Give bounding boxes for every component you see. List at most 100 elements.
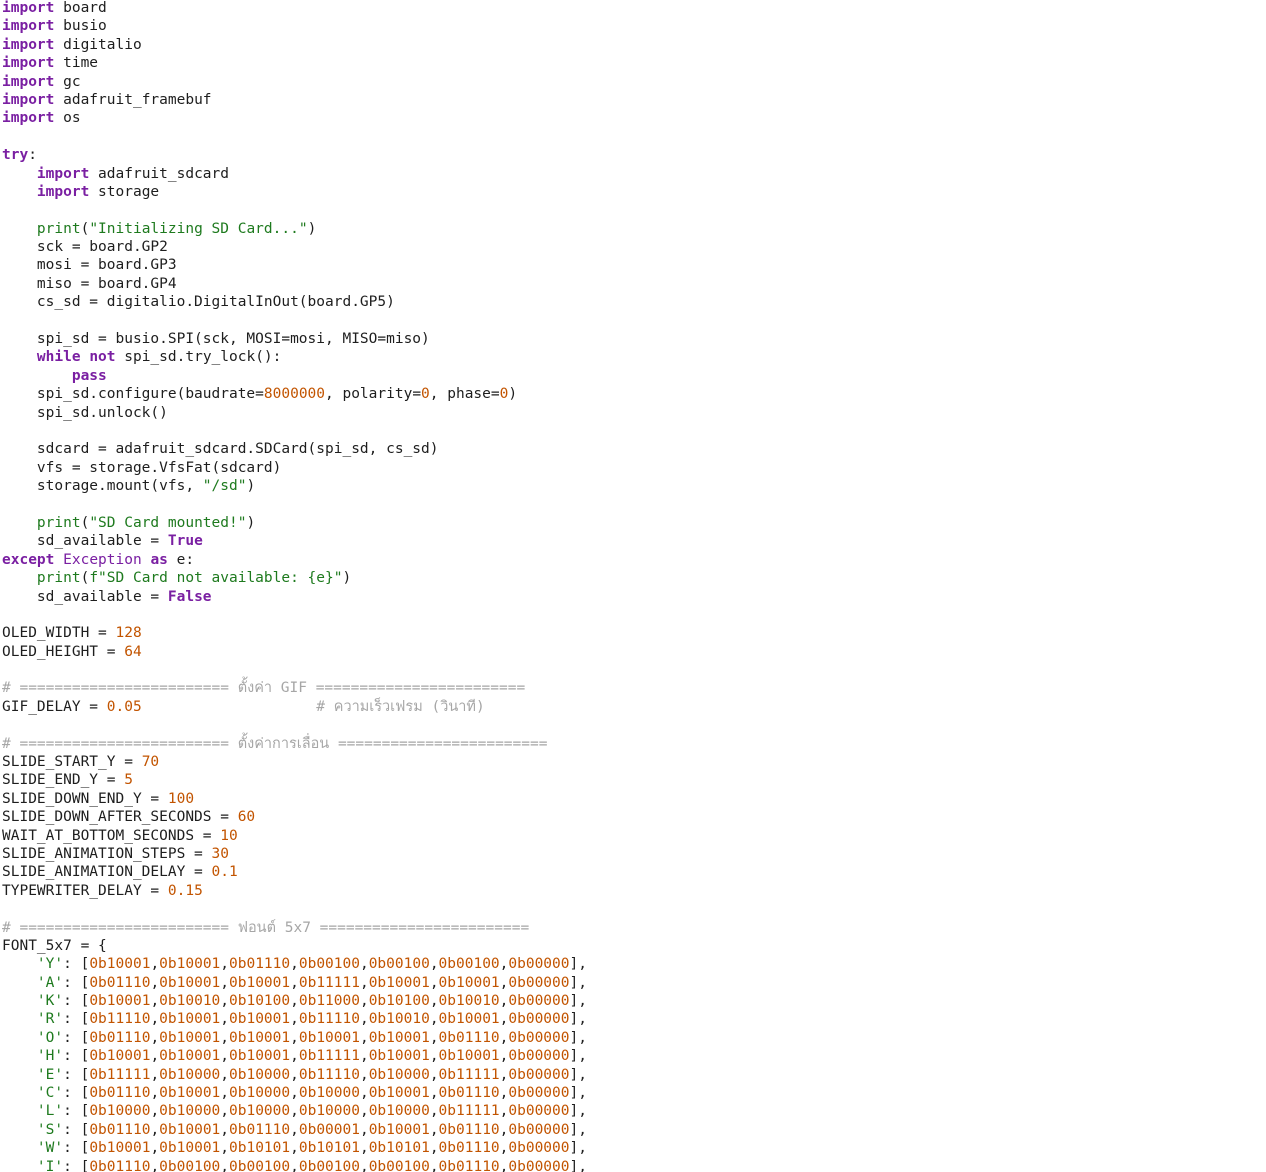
- code-token: spi_sd.try_lock():: [115, 349, 282, 366]
- code-line[interactable]: WAIT_AT_BOTTOM_SECONDS = 10: [2, 827, 1264, 845]
- number-token: 0b00000: [508, 974, 570, 991]
- code-token: ): [246, 514, 256, 531]
- code-token: :: [28, 147, 37, 164]
- code-token: WAIT_AT_BOTTOM_SECONDS =: [2, 827, 221, 844]
- code-token: spi_sd.configure(baudrate=: [2, 386, 264, 403]
- code-line[interactable]: 'Y': [0b10001,0b10001,0b01110,0b00100,0b…: [2, 955, 1264, 973]
- code-line[interactable]: except Exception as e:: [2, 551, 1264, 569]
- code-line[interactable]: 'O': [0b01110,0b10001,0b10001,0b10001,0b…: [2, 1029, 1264, 1047]
- code-line[interactable]: sdcard = adafruit_sdcard.SDCard(spi_sd, …: [2, 440, 1264, 458]
- code-token: spi_sd.unlock(): [2, 404, 168, 421]
- code-line[interactable]: while not spi_sd.try_lock():: [2, 348, 1264, 366]
- code-line[interactable]: sd_available = False: [2, 588, 1264, 606]
- code-token: storage.mount(vfs,: [2, 478, 203, 495]
- code-line[interactable]: import os: [2, 109, 1264, 127]
- code-line[interactable]: [2, 201, 1264, 219]
- code-line[interactable]: [2, 900, 1264, 918]
- number-token: 0b11110: [89, 1011, 151, 1028]
- code-line[interactable]: # ======================== ฟอนต์ 5x7 ===…: [2, 919, 1264, 937]
- code-line[interactable]: [2, 496, 1264, 514]
- code-line[interactable]: import time: [2, 54, 1264, 72]
- code-line[interactable]: pass: [2, 367, 1264, 385]
- code-line[interactable]: spi_sd = busio.SPI(sck, MOSI=mosi, MISO=…: [2, 330, 1264, 348]
- code-line[interactable]: import adafruit_sdcard: [2, 165, 1264, 183]
- code-editor[interactable]: import board import busio import digitalio…: [2, 0, 1264, 1172]
- code-line[interactable]: cs_sd = digitalio.DigitalInOut(board.GP5…: [2, 293, 1264, 311]
- code-line[interactable]: print("Initializing SD Card..."): [2, 220, 1264, 238]
- code-line[interactable]: import adafruit_framebuf: [2, 91, 1264, 109]
- code-token: ,: [220, 956, 230, 973]
- keyword-token: as: [150, 551, 168, 568]
- code-line[interactable]: SLIDE_END_Y = 5: [2, 771, 1264, 789]
- code-line[interactable]: storage.mount(vfs, "/sd"): [2, 477, 1264, 495]
- code-line[interactable]: 'I': [0b01110,0b00100,0b00100,0b00100,0b…: [2, 1158, 1264, 1172]
- code-token: TYPEWRITER_DELAY =: [2, 882, 168, 899]
- number-token: 0b10001: [89, 993, 151, 1010]
- code-line[interactable]: print("SD Card mounted!"): [2, 514, 1264, 532]
- code-line[interactable]: FONT_5x7 = {: [2, 937, 1264, 955]
- code-line[interactable]: # ======================== ตั้งค่าการเลื…: [2, 735, 1264, 753]
- code-line[interactable]: 'C': [0b01110,0b10001,0b10000,0b10000,0b…: [2, 1084, 1264, 1102]
- code-line[interactable]: SLIDE_START_Y = 70: [2, 753, 1264, 771]
- code-line[interactable]: spi_sd.configure(baudrate=8000000, polar…: [2, 385, 1264, 403]
- code-line[interactable]: print(f"SD Card not available: {e}"): [2, 569, 1264, 587]
- code-line[interactable]: vfs = storage.VfsFat(sdcard): [2, 459, 1264, 477]
- code-line[interactable]: [2, 606, 1264, 624]
- code-token: ,: [290, 1011, 299, 1028]
- code-line[interactable]: 'S': [0b01110,0b10001,0b01110,0b00001,0b…: [2, 1121, 1264, 1139]
- string-token: 'L': [36, 1103, 64, 1120]
- code-line[interactable]: 'H': [0b10001,0b10001,0b10001,0b11111,0b…: [2, 1047, 1264, 1065]
- code-line[interactable]: 'R': [0b11110,0b10001,0b10001,0b11110,0b…: [2, 1010, 1264, 1028]
- code-line[interactable]: import storage: [2, 183, 1264, 201]
- code-line[interactable]: try:: [2, 146, 1264, 164]
- code-line[interactable]: SLIDE_DOWN_AFTER_SECONDS = 60: [2, 808, 1264, 826]
- code-line[interactable]: [2, 716, 1264, 734]
- code-line[interactable]: SLIDE_ANIMATION_STEPS = 30: [2, 845, 1264, 863]
- code-line[interactable]: OLED_HEIGHT = 64: [2, 643, 1264, 661]
- number-token: 0b10001: [438, 1011, 500, 1028]
- code-line[interactable]: SLIDE_DOWN_END_Y = 100: [2, 790, 1264, 808]
- code-line[interactable]: 'E': [0b11111,0b10000,0b10000,0b11110,0b…: [2, 1066, 1264, 1084]
- code-line[interactable]: import board: [2, 0, 1264, 17]
- code-line[interactable]: import busio: [2, 17, 1264, 35]
- code-line[interactable]: 'A': [0b01110,0b10001,0b10001,0b11111,0b…: [2, 974, 1264, 992]
- number-token: 0: [421, 386, 430, 403]
- code-line[interactable]: TYPEWRITER_DELAY = 0.15: [2, 882, 1264, 900]
- code-line[interactable]: # ======================== ตั้งค่า GIF =…: [2, 679, 1264, 697]
- code-token: spi_sd = busio.SPI(sck, MOSI=mosi, MISO=…: [2, 331, 430, 348]
- code-line[interactable]: mosi = board.GP3: [2, 256, 1264, 274]
- code-line[interactable]: OLED_WIDTH = 128: [2, 624, 1264, 642]
- code-line[interactable]: import digitalio: [2, 36, 1264, 54]
- code-line[interactable]: import gc: [2, 73, 1264, 91]
- code-token: ],: [569, 1085, 587, 1102]
- code-token: ,: [150, 1103, 160, 1120]
- number-token: 0b10001: [159, 1029, 221, 1046]
- number-token: 0b10001: [229, 1029, 291, 1046]
- code-line[interactable]: 'K': [0b10001,0b10010,0b10100,0b11000,0b…: [2, 992, 1264, 1010]
- code-line[interactable]: spi_sd.unlock(): [2, 404, 1264, 422]
- code-line[interactable]: [2, 422, 1264, 440]
- code-line[interactable]: sck = board.GP2: [2, 238, 1264, 256]
- code-token: : [: [63, 1048, 90, 1065]
- number-token: 0b11110: [298, 1066, 360, 1083]
- code-line[interactable]: sd_available = True: [2, 532, 1264, 550]
- code-line[interactable]: 'L': [0b10000,0b10000,0b10000,0b10000,0b…: [2, 1102, 1264, 1120]
- code-line[interactable]: [2, 661, 1264, 679]
- code-line[interactable]: [2, 312, 1264, 330]
- function-token: print: [36, 570, 81, 587]
- code-token: ,: [429, 993, 439, 1010]
- code-token: (: [80, 570, 90, 587]
- number-token: 0b10001: [159, 1048, 221, 1065]
- code-line[interactable]: miso = board.GP4: [2, 275, 1264, 293]
- code-line[interactable]: 'W': [0b10001,0b10001,0b10101,0b10101,0b…: [2, 1139, 1264, 1157]
- code-line[interactable]: GIF_DELAY = 0.05 # ความเร็วเฟรม (วินาที): [2, 698, 1264, 716]
- code-token: ],: [569, 1011, 587, 1028]
- code-line[interactable]: [2, 128, 1264, 146]
- code-token: : [: [63, 956, 90, 973]
- code-token: ],: [569, 1103, 587, 1120]
- number-token: 0.15: [167, 882, 203, 899]
- code-line[interactable]: SLIDE_ANIMATION_DELAY = 0.1: [2, 863, 1264, 881]
